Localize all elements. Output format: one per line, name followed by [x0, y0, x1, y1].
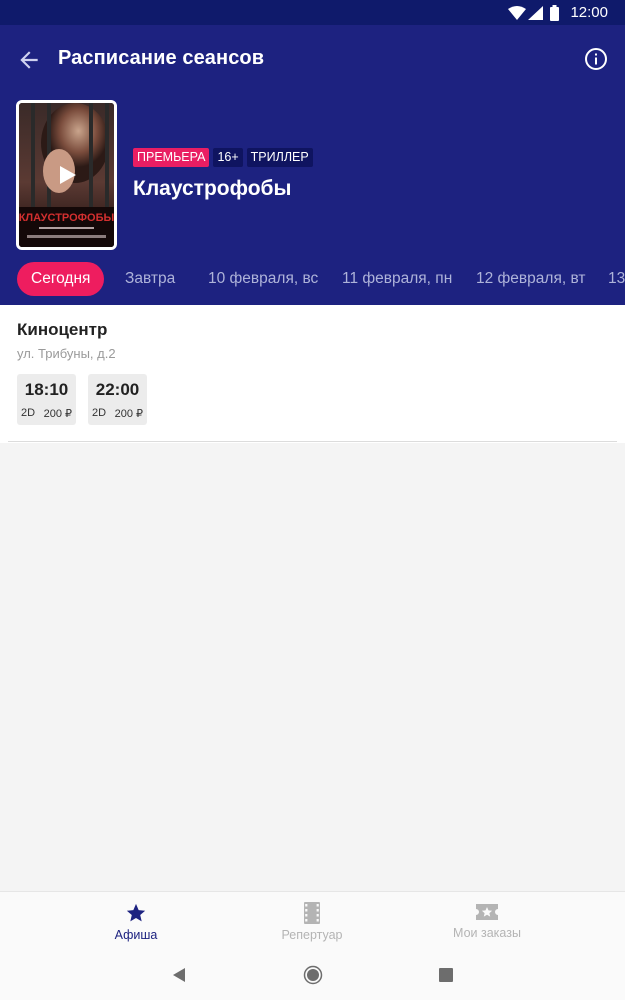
showtime-price: 200 ₽ — [114, 408, 143, 420]
play-icon[interactable] — [60, 166, 76, 184]
date-tabs: Сегодня Завтра 10 февраля, вс 11 февраля… — [0, 262, 625, 296]
movie-badges: ПРЕМЬЕРА 16+ ТРИЛЛЕР — [133, 148, 313, 167]
movie-title: Клаустрофобы — [133, 177, 292, 200]
battery-icon — [550, 5, 559, 21]
nav-label: Афиша — [114, 928, 158, 942]
status-time: 12:00 — [570, 4, 608, 21]
film-icon — [304, 902, 320, 924]
nav-item-my-orders[interactable]: Мои заказы — [437, 892, 537, 952]
cinema-address: ул. Трибуны, д.2 — [17, 346, 116, 361]
showtime-time: 18:10 — [24, 380, 69, 399]
date-tab-tomorrow[interactable]: Завтра — [125, 262, 175, 296]
signal-icon — [528, 6, 543, 20]
showtime-button[interactable]: 22:00 2D 200 ₽ — [88, 374, 147, 425]
showtime-format: 2D — [21, 407, 36, 419]
system-navigation-bar — [0, 951, 625, 1000]
premiere-badge: ПРЕМЬЕРА — [133, 148, 210, 167]
ticket-icon — [476, 904, 498, 920]
showtime-format: 2D — [92, 407, 107, 419]
system-back-icon[interactable] — [172, 967, 186, 983]
date-tab-feb-13[interactable]: 13 — [608, 262, 625, 296]
cinema-name[interactable]: Киноцентр — [17, 320, 107, 340]
date-tab-today[interactable]: Сегодня — [17, 262, 105, 296]
genre-badge: ТРИЛЛЕР — [246, 148, 313, 167]
date-tab-feb-11[interactable]: 11 февраля, пн — [342, 262, 452, 296]
page-title: Расписание сеансов — [58, 47, 265, 69]
wifi-icon — [508, 6, 526, 20]
nav-label: Мои заказы — [453, 926, 521, 940]
poster-title-text: КЛАУСТРОФОБЫ — [19, 212, 114, 224]
showtime-time: 22:00 — [95, 380, 140, 399]
info-icon[interactable] — [584, 47, 608, 71]
system-home-icon[interactable] — [303, 965, 323, 985]
app-screen: 12:00 Расписание сеансов КЛАУСТРОФОБЫ ПР… — [0, 0, 625, 1000]
back-arrow-icon[interactable] — [16, 47, 42, 73]
nav-item-repertoire[interactable]: Репертуар — [262, 892, 362, 952]
nav-label: Репертуар — [281, 928, 343, 942]
movie-poster[interactable]: КЛАУСТРОФОБЫ — [16, 100, 117, 250]
status-bar: 12:00 — [0, 0, 625, 25]
system-recents-icon[interactable] — [439, 968, 453, 982]
cinema-card: Киноцентр ул. Трибуны, д.2 18:10 2D 200 … — [0, 305, 625, 443]
showtime-price: 200 ₽ — [43, 408, 72, 420]
movie-header: Расписание сеансов КЛАУСТРОФОБЫ ПРЕМЬЕРА… — [0, 25, 625, 305]
bottom-navigation: Афиша Репертуар Мои заказы — [0, 891, 625, 951]
nav-item-afisha[interactable]: Афиша — [86, 892, 186, 952]
showtime-button[interactable]: 18:10 2D 200 ₽ — [17, 374, 76, 425]
divider — [8, 441, 617, 442]
date-tab-feb-12[interactable]: 12 февраля, вт — [476, 262, 585, 296]
star-icon — [126, 903, 146, 922]
age-rating-badge: 16+ — [213, 148, 243, 167]
date-tab-feb-10[interactable]: 10 февраля, вс — [208, 262, 318, 296]
